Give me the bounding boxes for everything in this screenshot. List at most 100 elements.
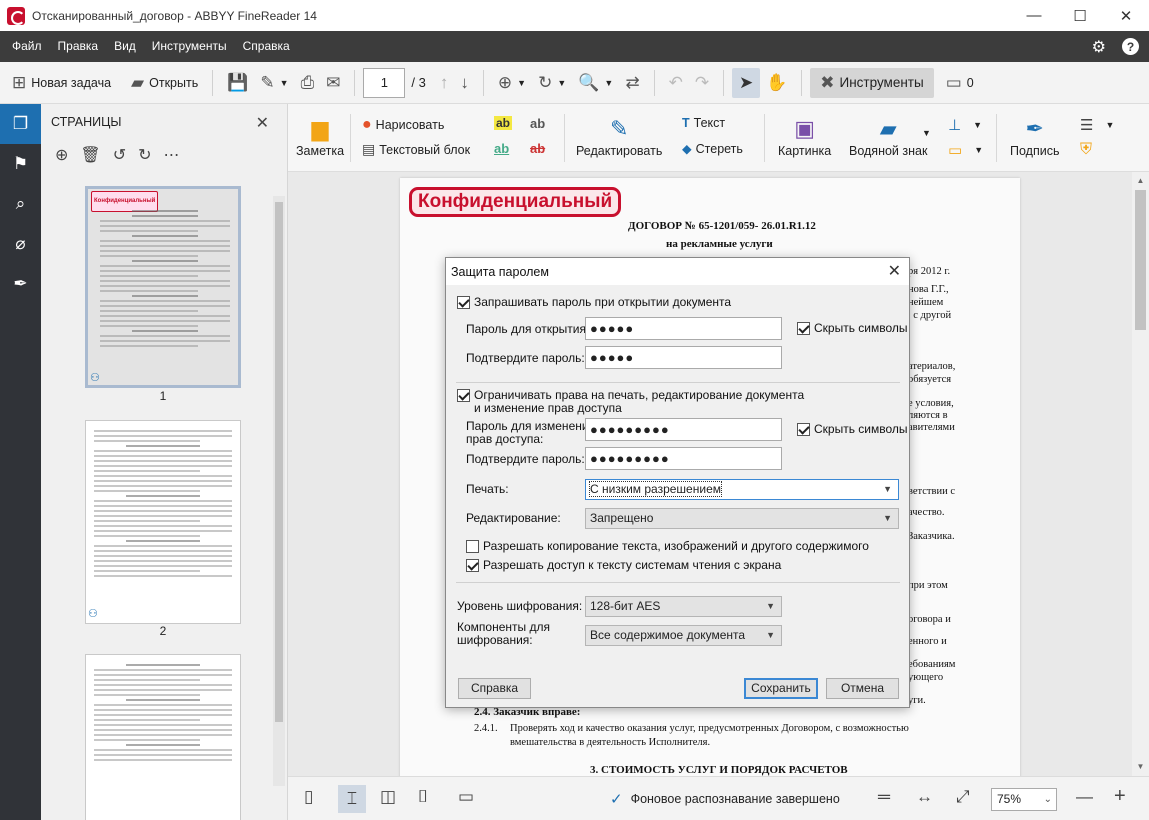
rotate-button[interactable]: ↻ ▼ xyxy=(532,67,572,99)
zoom-select[interactable]: 75% ⌄ xyxy=(991,788,1057,811)
cancel-button[interactable]: Отмена xyxy=(826,678,899,699)
open-button[interactable]: ▰ Открыть xyxy=(125,67,204,99)
fit-page-width-icon[interactable]: ↔ xyxy=(916,787,933,807)
two-page-view-icon[interactable]: ◫ xyxy=(380,787,396,807)
underline-tool[interactable]: ab xyxy=(494,141,509,156)
comments-button[interactable]: ▭ 0 xyxy=(940,67,980,99)
confirm-perm-password-field[interactable]: ●●●●●●●●● xyxy=(585,447,782,470)
dialog-close-icon[interactable]: ✕ xyxy=(888,261,901,281)
allow-screen-reader-checkbox[interactable]: Разрешать доступ к тексту системам чтени… xyxy=(466,558,781,573)
perm-password-field[interactable]: ●●●●●●●●● xyxy=(585,418,782,441)
open-password-field[interactable]: ●●●●● xyxy=(585,317,782,340)
more-icon[interactable]: ⋯ xyxy=(164,145,180,165)
confirm-open-password-field[interactable]: ●●●●● xyxy=(585,346,782,369)
signature-tool[interactable]: ✒ Подпись xyxy=(1010,114,1059,158)
strikethrough-tool[interactable]: ab xyxy=(530,141,545,156)
minimize-button[interactable]: — xyxy=(1011,0,1057,31)
print-button[interactable]: ⎙ xyxy=(295,67,321,99)
search-icon[interactable]: ⌕ xyxy=(0,184,41,224)
fit-page-icon[interactable]: ⤢ xyxy=(956,787,970,807)
scroll-up-icon[interactable]: ▲ xyxy=(1132,176,1149,185)
save-button[interactable]: 💾 xyxy=(221,67,254,99)
email-button[interactable]: ✉ xyxy=(320,67,346,99)
zoom-out-icon[interactable]: — xyxy=(1076,787,1093,807)
fit-width-icon[interactable]: ═ xyxy=(878,787,890,807)
zoom-in-icon[interactable]: + xyxy=(1114,785,1126,808)
header-footer-tool[interactable]: ▭ ▼ xyxy=(948,141,983,159)
print-value: С низким разрешением xyxy=(589,481,722,497)
menu-tools[interactable]: Инструменты xyxy=(144,31,235,62)
stamp-tool[interactable]: ⊥ ▼ xyxy=(948,116,982,134)
save-button[interactable]: Сохранить xyxy=(744,678,818,699)
text-block-tool[interactable]: ▤ Текстовый блок xyxy=(362,141,470,158)
signature-pen-icon[interactable]: ✒ xyxy=(0,264,41,304)
maximize-button[interactable]: ☐ xyxy=(1057,0,1103,31)
menu-help[interactable]: Справка xyxy=(235,31,298,62)
encryption-components-select[interactable]: Все содержимое документа ▼ xyxy=(585,625,782,646)
rotate-left-icon[interactable]: ↺ xyxy=(113,145,126,165)
page-thumbnail-3[interactable] xyxy=(85,654,241,820)
help-button[interactable]: Справка xyxy=(458,678,531,699)
fullscreen-icon[interactable]: ▭ xyxy=(458,787,474,807)
hand-tool-button[interactable]: ✋ xyxy=(760,67,793,99)
note-tool[interactable]: ▆ Заметка xyxy=(296,114,344,158)
next-page-button[interactable]: ↓ xyxy=(454,67,475,99)
save-as-button[interactable]: ✎ ▼ xyxy=(254,67,294,99)
hide-chars-perm-checkbox[interactable]: Скрыть символы xyxy=(797,422,908,437)
menu-edit[interactable]: Правка xyxy=(50,31,107,62)
add-page-icon[interactable]: ⊕ xyxy=(55,145,68,165)
thumb-stamp: Конфиденциальный xyxy=(91,191,159,212)
attachments-icon[interactable]: ⌀ xyxy=(0,224,41,264)
allow-copy-checkbox[interactable]: Разрешать копирование текста, изображени… xyxy=(466,539,869,554)
encryption-level-select[interactable]: 128-бит AES ▼ xyxy=(585,596,782,617)
watermark-dropdown[interactable]: ▼ xyxy=(922,128,931,138)
erase-tool[interactable]: ◆ Стереть xyxy=(682,141,743,157)
editing-value: Запрещено xyxy=(590,511,654,525)
document-scrollbar-thumb[interactable] xyxy=(1135,190,1146,330)
draw-tool[interactable]: ● Нарисовать xyxy=(362,116,444,134)
pages-scrollbar-thumb[interactable] xyxy=(275,202,283,722)
add-page-icon: ⊕ xyxy=(497,72,513,92)
help-icon[interactable]: ? xyxy=(1122,38,1139,55)
undo-button[interactable]: ↶ xyxy=(663,67,689,99)
encryption-components-value: Все содержимое документа xyxy=(590,628,746,642)
print-select[interactable]: С низким разрешением ▼ xyxy=(585,479,899,500)
highlight-tool[interactable]: ab xyxy=(494,116,513,130)
page-thumbnail-2[interactable]: ⚇ xyxy=(85,420,241,624)
pages-scrollbar[interactable] xyxy=(273,196,285,786)
picture-tool[interactable]: ▣ Картинка xyxy=(778,114,831,158)
prev-page-button[interactable]: ↑ xyxy=(434,67,455,99)
pages-panel-icon[interactable]: ❐ xyxy=(0,104,41,144)
tools-button[interactable]: ✖ Инструменты xyxy=(810,67,934,98)
text-tool[interactable]: T Текст xyxy=(682,116,725,130)
settings-gear-icon[interactable]: ⚙ xyxy=(1092,37,1106,57)
delete-icon[interactable]: 🗑 xyxy=(80,145,100,165)
menu-file[interactable]: Файл xyxy=(0,31,50,62)
rotate-right-icon[interactable]: ↻ xyxy=(138,145,151,165)
convert-button[interactable]: ⇄ xyxy=(619,67,645,99)
watermark-tool[interactable]: ▰ Водяной знак xyxy=(849,114,927,158)
continuous-view-icon[interactable]: ⌶ xyxy=(338,785,366,813)
add-page-button[interactable]: ⊕ ▼ xyxy=(492,67,532,99)
close-window-button[interactable]: ✕ xyxy=(1103,0,1149,31)
recognize-button[interactable]: 🔍 ▼ xyxy=(572,67,619,99)
hide-chars-open-checkbox[interactable]: Скрыть символы xyxy=(797,321,908,336)
close-panel-icon[interactable]: ✕ xyxy=(256,113,269,133)
new-task-button[interactable]: ⊞ Новая задача xyxy=(6,67,117,99)
menu-view[interactable]: Вид xyxy=(106,31,144,62)
edit-tool[interactable]: ✎ Редактировать xyxy=(576,114,662,158)
select-tool-button[interactable]: ➤ xyxy=(732,67,761,98)
document-scrollbar[interactable]: ▲ ▼ xyxy=(1132,172,1149,776)
replace-text-tool[interactable]: ab xyxy=(530,116,545,131)
page-number-input[interactable]: 1 xyxy=(363,67,406,98)
bates-tool[interactable]: ☰ ▼ xyxy=(1080,116,1114,134)
editing-select[interactable]: Запрещено ▼ xyxy=(585,508,899,529)
security-tool[interactable]: ⛨ xyxy=(1080,141,1092,159)
two-page-continuous-icon[interactable]: ⌷ xyxy=(418,787,428,807)
redo-button[interactable]: ↷ xyxy=(689,67,715,99)
page-thumbnail-1[interactable]: Конфиденциальный ⚇ xyxy=(85,186,241,388)
single-page-view-icon[interactable]: ▯ xyxy=(304,787,313,807)
bookmarks-icon[interactable]: ⚑ xyxy=(0,144,41,184)
scroll-down-icon[interactable]: ▼ xyxy=(1132,762,1149,771)
require-open-password-checkbox[interactable]: Запрашивать пароль при открытии документ… xyxy=(457,295,731,310)
